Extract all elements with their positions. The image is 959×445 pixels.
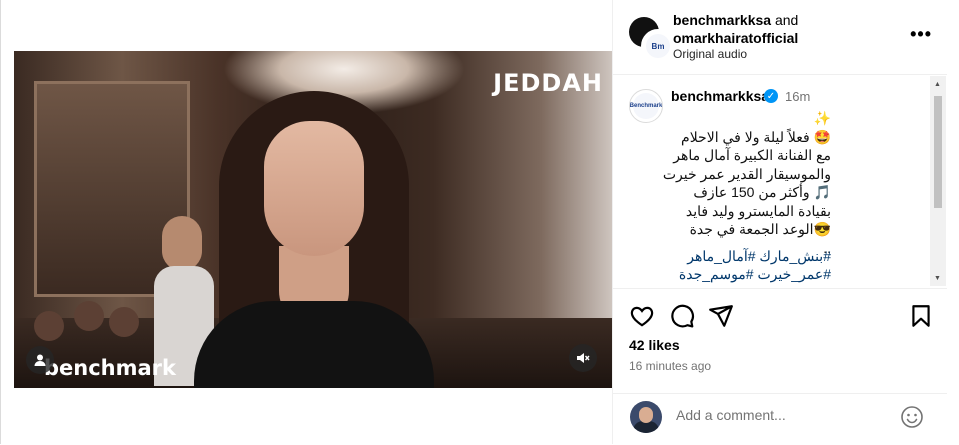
- benchmark-overlay-logo: benchmark: [44, 356, 176, 380]
- avatar-benchmark[interactable]: Bm: [641, 29, 675, 63]
- username-secondary[interactable]: omarkhairatofficial: [673, 30, 798, 46]
- caption-text: ✨ 🤩 فعلاً ليلة ولا في الاحلام مع الفنانة…: [662, 110, 831, 256]
- current-user-avatar: [630, 401, 662, 433]
- more-horizontal-icon: •••: [910, 24, 932, 44]
- scrollbar-thumb[interactable]: [934, 96, 942, 208]
- post-time-ago: 16 minutes ago: [629, 359, 712, 373]
- username-primary[interactable]: benchmarkksa: [673, 12, 771, 28]
- heart-icon[interactable]: [629, 303, 655, 329]
- caption-avatar[interactable]: Benchmark: [629, 89, 663, 123]
- share-icon[interactable]: [708, 303, 734, 329]
- scroll-up-arrow-icon[interactable]: ▲: [934, 81, 941, 88]
- more-options-button[interactable]: •••: [910, 24, 932, 45]
- post-sidebar: Bm benchmarkksa and omarkhairatofficial …: [612, 0, 948, 444]
- comment-input[interactable]: [674, 406, 898, 424]
- speaker-muted-icon: [577, 353, 590, 363]
- caption-timestamp[interactable]: 16m: [785, 89, 810, 104]
- emoji-icon[interactable]: [900, 405, 924, 429]
- mute-button[interactable]: [569, 344, 597, 372]
- hashtag-line-2[interactable]: #عمر_خيرت #موسم_جدة: [671, 265, 831, 283]
- jeddah-watermark: JEDDAH: [493, 69, 603, 97]
- action-bar: 42 likes 16 minutes ago: [613, 288, 948, 394]
- person-icon: [34, 354, 46, 366]
- hashtag-line-1[interactable]: #بنش_مارك #آمال_ماهر: [671, 247, 831, 265]
- post-video[interactable]: JEDDAH benchmark: [14, 51, 613, 388]
- comment-bar: [613, 393, 948, 445]
- comment-icon[interactable]: [669, 303, 695, 329]
- username-joiner: and: [771, 12, 799, 28]
- caption-hashtags: #بنش_مارك #آمال_ماهر #عمر_خيرت #موسم_جدة: [671, 247, 831, 283]
- caption-scrollbar[interactable]: ▲ ▼: [930, 76, 946, 286]
- media-column: JEDDAH benchmark: [0, 0, 613, 444]
- caption-area: Benchmark benchmarkksa ✓ 16m ✨ 🤩 فعلاً ل…: [613, 75, 948, 287]
- bookmark-icon[interactable]: [908, 303, 934, 329]
- collab-usernames: benchmarkksa and omarkhairatofficial: [673, 11, 798, 47]
- likes-count[interactable]: 42 likes: [629, 337, 680, 353]
- scroll-down-arrow-icon[interactable]: ▼: [934, 275, 941, 282]
- post-header: Bm benchmarkksa and omarkhairatofficial …: [613, 0, 948, 75]
- caption-username[interactable]: benchmarkksa: [671, 88, 769, 104]
- tagged-users-button[interactable]: [26, 346, 54, 374]
- verified-badge-icon: ✓: [764, 89, 778, 103]
- audio-link[interactable]: Original audio: [673, 47, 747, 61]
- video-subject: [174, 91, 444, 388]
